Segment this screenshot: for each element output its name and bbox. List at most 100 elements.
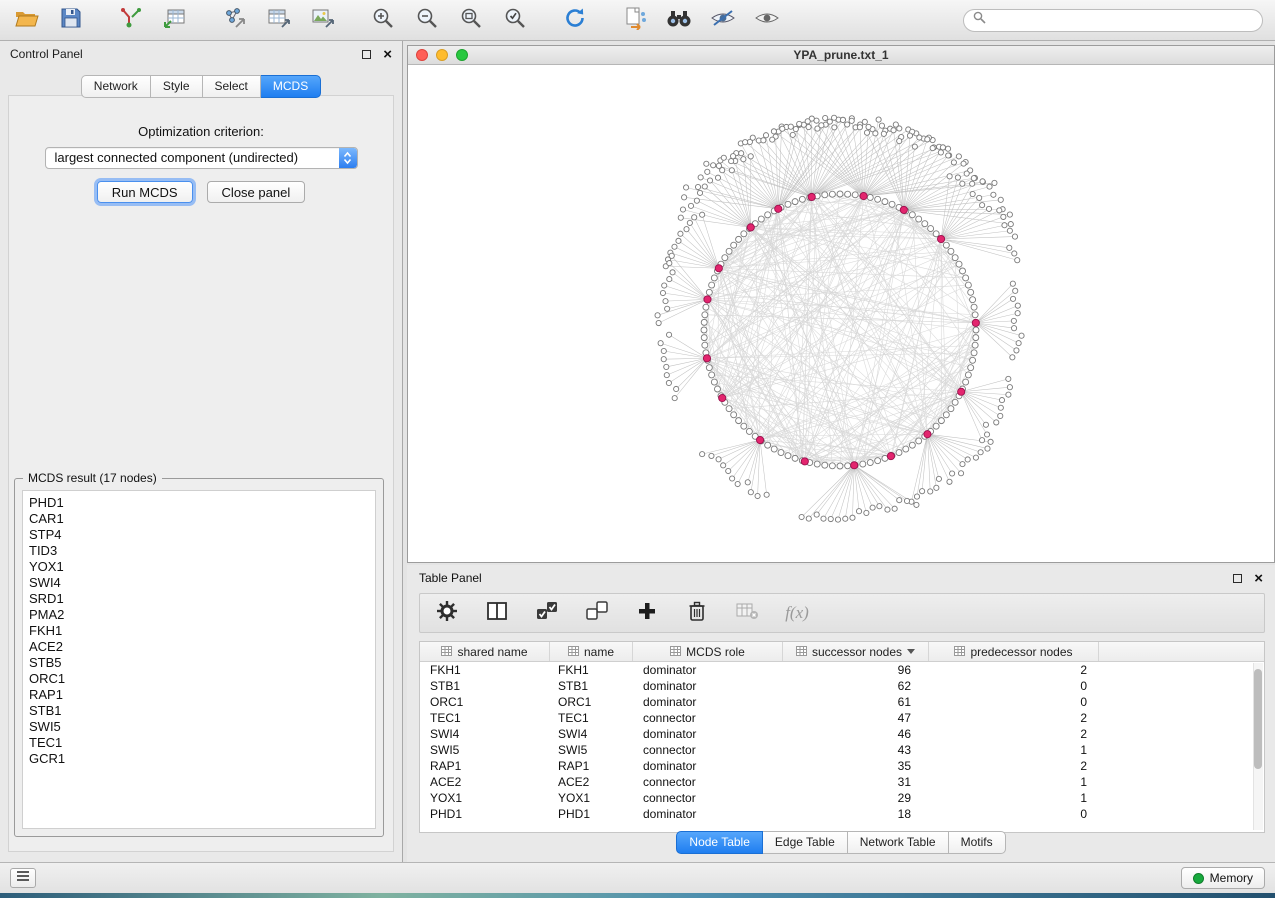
table-row[interactable]: YOX1YOX1connector291 [420,790,1264,806]
zoom-out-icon [415,6,439,35]
column-header-name[interactable]: name [550,642,633,661]
table-row[interactable]: PHD1PHD1dominator180 [420,806,1264,822]
mcds-node[interactable]: STB1 [29,703,369,719]
table-settings-button[interactable] [434,600,460,626]
zoom-group [368,6,530,34]
tab-network-table[interactable]: Network Table [848,831,949,854]
table-cell: RAP1 [550,758,633,774]
add-column-button[interactable] [634,600,660,626]
function-builder-button[interactable]: f(x) [784,600,810,626]
mcds-node[interactable]: ACE2 [29,639,369,655]
column-header-predecessor-nodes[interactable]: predecessor nodes [929,642,1099,661]
mcds-node[interactable]: STB5 [29,655,369,671]
delete-table-button[interactable] [734,600,760,626]
toggle-columns-button[interactable] [484,600,510,626]
panel-menu-button[interactable] [10,868,36,888]
tab-mcds[interactable]: MCDS [261,75,321,98]
mcds-node[interactable]: ORC1 [29,671,369,687]
criterion-dropdown[interactable]: largest connected component (undirected) [45,147,358,169]
mcds-node[interactable]: YOX1 [29,559,369,575]
table-row[interactable]: STB1STB1dominator620 [420,678,1264,694]
mcds-node[interactable]: RAP1 [29,687,369,703]
export-network-button[interactable] [220,6,250,34]
refresh-button[interactable] [560,6,590,34]
hide-graphics-button[interactable] [708,6,738,34]
window-close-button[interactable] [416,49,428,61]
share-network-icon [623,6,647,35]
table-cell: ACE2 [550,774,633,790]
window-minimize-button[interactable] [436,49,448,61]
mcds-node[interactable]: FKH1 [29,623,369,639]
scrollbar-thumb[interactable] [1254,669,1262,769]
table-cell: SWI4 [550,726,633,742]
export-table-button[interactable] [264,6,294,34]
close-panel-icon[interactable]: × [383,47,392,62]
find-button[interactable] [664,6,694,34]
tab-style[interactable]: Style [151,75,203,98]
zoom-selected-button[interactable] [500,6,530,34]
table-cell: connector [633,710,783,726]
mcds-node[interactable]: SWI4 [29,575,369,591]
mcds-node[interactable]: SRD1 [29,591,369,607]
column-header-successor-nodes[interactable]: successor nodes [783,642,929,661]
mcds-node[interactable]: STP4 [29,527,369,543]
table-row[interactable]: FKH1FKH1dominator962 [420,662,1264,678]
table-cell: 43 [783,742,929,758]
memory-button[interactable]: Memory [1181,867,1265,889]
column-header-mcds-role[interactable]: MCDS role [633,642,783,661]
mcds-result-list[interactable]: PHD1CAR1STP4TID3YOX1SWI4SRD1PMA2FKH1ACE2… [22,490,376,829]
table-scrollbar[interactable] [1253,663,1263,830]
table-cell: STB1 [550,678,633,694]
status-bar: Memory [0,862,1275,893]
zoom-out-button[interactable] [412,6,442,34]
zoom-fit-button[interactable] [456,6,486,34]
close-table-panel-icon[interactable]: × [1254,571,1263,586]
mcds-node[interactable]: CAR1 [29,511,369,527]
show-graphics-button[interactable] [752,6,782,34]
tab-network[interactable]: Network [81,75,151,98]
zoom-in-button[interactable] [368,6,398,34]
delete-column-button[interactable] [684,600,710,626]
window-zoom-button[interactable] [456,49,468,61]
table-row[interactable]: RAP1RAP1dominator352 [420,758,1264,774]
save-session-button[interactable] [56,6,86,34]
tab-edge-table[interactable]: Edge Table [763,831,848,854]
deselect-all-rows-button[interactable] [584,600,610,626]
search-input[interactable] [991,12,1253,28]
import-network-button[interactable] [116,6,146,34]
tab-motifs[interactable]: Motifs [949,831,1006,854]
table-row[interactable]: ACE2ACE2connector311 [420,774,1264,790]
network-window-titlebar[interactable]: YPA_prune.txt_1 [408,46,1274,65]
float-table-panel-icon[interactable] [1233,574,1242,583]
close-panel-button[interactable]: Close panel [207,181,306,203]
share-network-button[interactable] [620,6,650,34]
menu-list-icon [16,869,30,887]
table-cell: 1 [929,790,1099,806]
table-row[interactable]: TEC1TEC1connector472 [420,710,1264,726]
settings-gear-icon [436,600,458,627]
mcds-node[interactable]: GCR1 [29,751,369,767]
export-image-button[interactable] [308,6,338,34]
open-session-button[interactable] [12,6,42,34]
import-table-button[interactable] [160,6,190,34]
tab-node-table[interactable]: Node Table [676,831,763,854]
column-header-shared-name[interactable]: shared name [420,642,550,661]
column-label: MCDS role [686,645,745,659]
table-cell: SWI5 [420,742,550,758]
table-row[interactable]: SWI5SWI5connector431 [420,742,1264,758]
search-field[interactable] [963,9,1263,32]
run-mcds-button[interactable]: Run MCDS [97,181,193,203]
mcds-node[interactable]: TEC1 [29,735,369,751]
mcds-node[interactable]: SWI5 [29,719,369,735]
mcds-node[interactable]: TID3 [29,543,369,559]
select-all-rows-button[interactable] [534,600,560,626]
table-cell: 61 [783,694,929,710]
mcds-node[interactable]: PMA2 [29,607,369,623]
tab-select[interactable]: Select [203,75,261,98]
mcds-node[interactable]: PHD1 [29,495,369,511]
network-canvas[interactable] [408,65,1274,562]
import-table-icon [163,7,187,34]
table-row[interactable]: ORC1ORC1dominator610 [420,694,1264,710]
table-row[interactable]: SWI4SWI4dominator462 [420,726,1264,742]
float-panel-icon[interactable] [362,50,371,59]
